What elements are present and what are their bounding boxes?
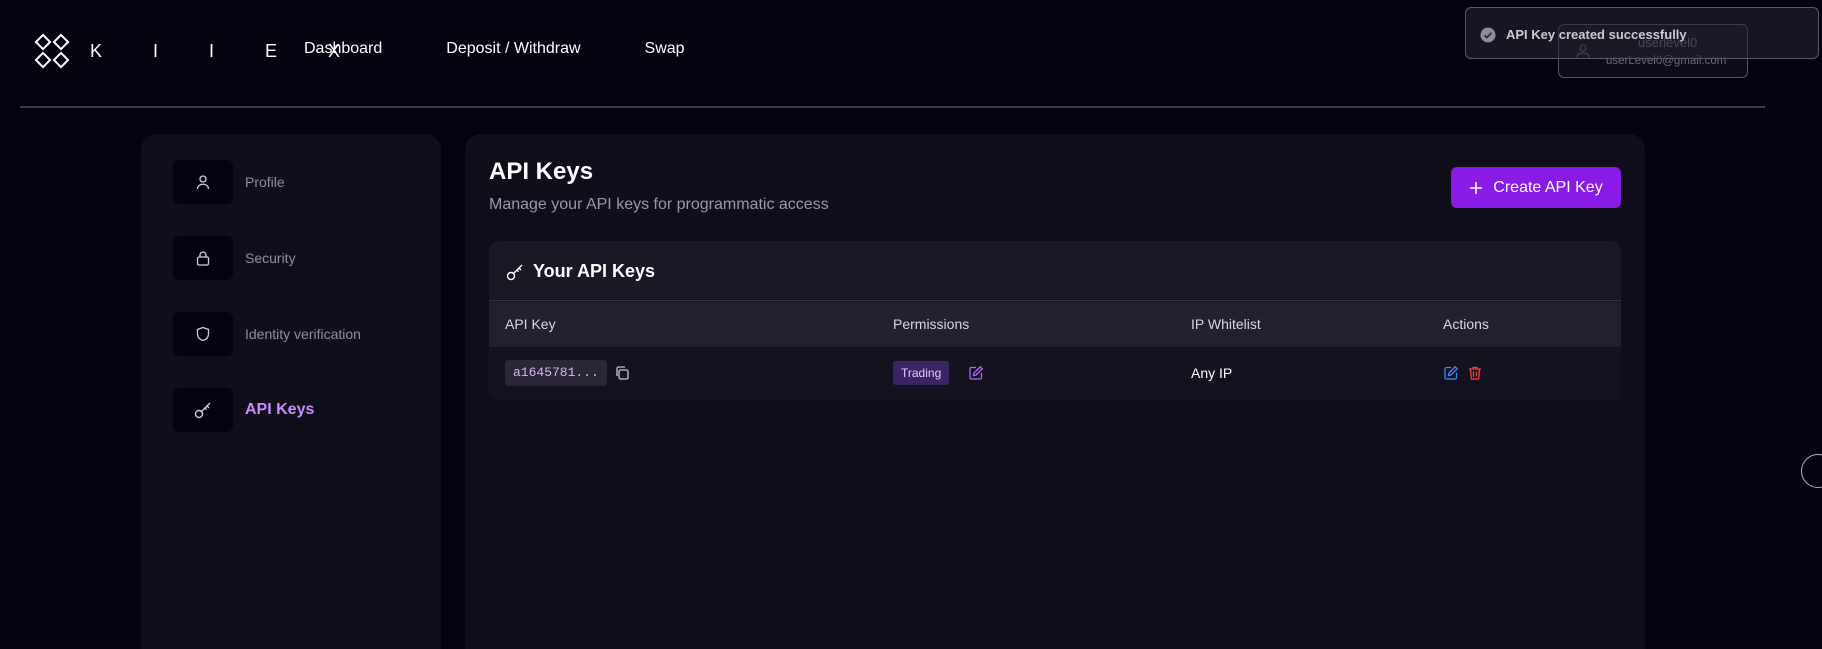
page-title: API Keys bbox=[489, 158, 594, 185]
success-toast[interactable]: API Key created successfully bbox=[1465, 7, 1819, 59]
permission-badge: Trading bbox=[893, 361, 950, 385]
edit-permissions-icon[interactable] bbox=[968, 365, 984, 381]
nav-dashboard[interactable]: Dashboard bbox=[304, 40, 382, 58]
sidebar-item-security[interactable]: Security bbox=[173, 236, 296, 280]
nav-swap[interactable]: Swap bbox=[645, 40, 685, 58]
sidebar-icon-box bbox=[173, 236, 233, 280]
user-icon bbox=[196, 175, 210, 190]
kiiex-logo-icon bbox=[34, 33, 70, 69]
floating-settings-button[interactable] bbox=[1801, 454, 1822, 488]
column-header-api-key: API Key bbox=[505, 316, 556, 332]
key-icon bbox=[194, 402, 211, 419]
sidebar-item-identity-verification[interactable]: Identity verification bbox=[173, 312, 361, 356]
key-icon bbox=[506, 264, 523, 281]
shield-icon bbox=[196, 326, 210, 342]
trash-icon[interactable] bbox=[1467, 365, 1483, 381]
column-header-permissions: Permissions bbox=[893, 316, 970, 332]
sidebar-icon-box bbox=[173, 388, 233, 432]
create-api-key-label: Create API Key bbox=[1493, 178, 1603, 196]
column-header-actions: Actions bbox=[1443, 316, 1489, 332]
ip-whitelist-value: Any IP bbox=[1191, 365, 1233, 381]
copy-icon[interactable] bbox=[614, 365, 630, 381]
sidebar-item-api-keys[interactable]: API Keys bbox=[173, 388, 314, 432]
create-api-key-button[interactable]: Create API Key bbox=[1451, 167, 1621, 208]
api-keys-panel: API Keys Manage your API keys for progra… bbox=[465, 134, 1645, 649]
plus-icon bbox=[1470, 181, 1483, 194]
card-title: Your API Keys bbox=[533, 261, 656, 281]
sidebar-icon-box bbox=[173, 160, 233, 204]
column-header-ip-whitelist: IP Whitelist bbox=[1191, 316, 1261, 332]
edit-icon[interactable] bbox=[1443, 365, 1459, 381]
sidebar-item-label: Security bbox=[245, 250, 296, 266]
api-keys-card: Your API Keys API Key Permissions IP Whi… bbox=[489, 241, 1621, 399]
table-row: a1645781... Trading Any IP bbox=[489, 347, 1621, 399]
page-subtitle: Manage your API keys for programmatic ac… bbox=[489, 196, 829, 213]
settings-sidebar: Profile Security Identity verification A… bbox=[141, 134, 441, 649]
sidebar-item-label: Identity verification bbox=[245, 326, 361, 342]
table-header: API Key Permissions IP Whitelist Actions bbox=[489, 302, 1621, 347]
header-divider bbox=[20, 106, 1765, 108]
sidebar-item-label: API Keys bbox=[245, 401, 315, 418]
card-header: Your API Keys bbox=[489, 241, 1621, 301]
lock-icon bbox=[196, 251, 210, 266]
nav-deposit-withdraw[interactable]: Deposit / Withdraw bbox=[446, 40, 580, 58]
sidebar-item-label: Profile bbox=[245, 174, 285, 190]
sidebar-item-profile[interactable]: Profile bbox=[173, 160, 285, 204]
sidebar-icon-box bbox=[173, 312, 233, 356]
check-circle-icon bbox=[1480, 27, 1496, 43]
main-nav: Dashboard Deposit / Withdraw Swap bbox=[304, 40, 749, 58]
toast-message: API Key created successfully bbox=[1506, 27, 1687, 42]
api-key-value: a1645781... bbox=[505, 360, 607, 386]
